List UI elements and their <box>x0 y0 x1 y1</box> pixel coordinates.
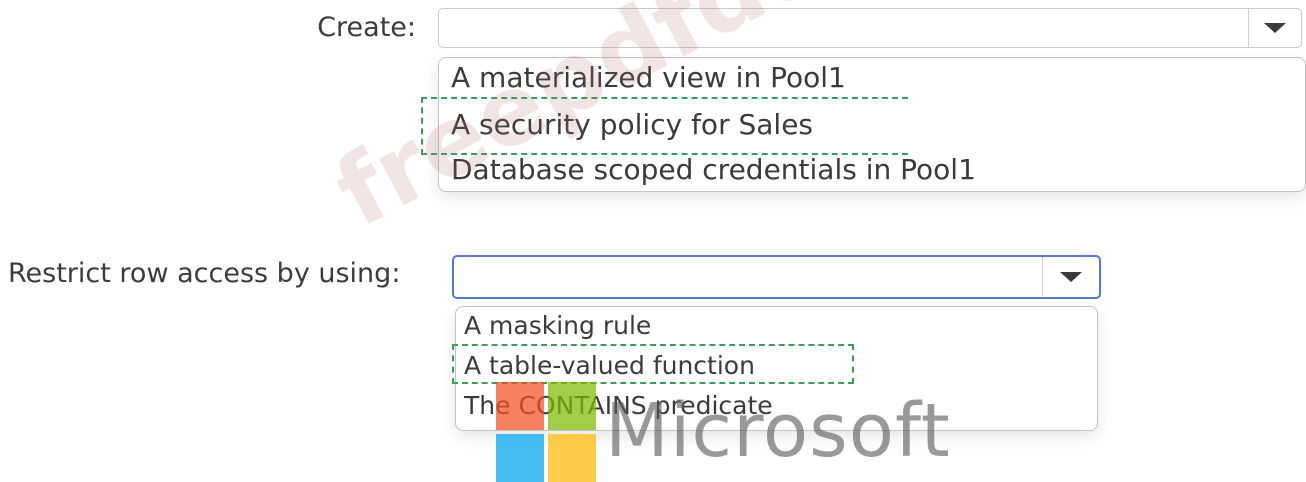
create-select[interactable] <box>438 8 1302 48</box>
restrict-row-access-select[interactable] <box>452 255 1101 299</box>
create-option-database-scoped-credentials[interactable]: Database scoped credentials in Pool1 <box>451 153 976 186</box>
restrict-option-masking-rule[interactable]: A masking rule <box>464 311 651 340</box>
logo-square-yellow <box>548 434 596 482</box>
answer-marker-restrict <box>452 344 854 384</box>
create-dropdown-button[interactable] <box>1248 9 1301 47</box>
restrict-row-access-label: Restrict row access by using: <box>8 258 401 289</box>
create-label: Create: <box>317 12 416 43</box>
restrict-row-access-dropdown-button[interactable] <box>1042 257 1099 297</box>
logo-square-green <box>548 382 596 430</box>
answer-marker-create <box>421 97 908 155</box>
logo-square-blue <box>496 434 544 482</box>
microsoft-logo <box>496 382 596 482</box>
chevron-down-icon <box>1264 23 1286 33</box>
create-option-materialized-view[interactable]: A materialized view in Pool1 <box>451 61 846 94</box>
logo-square-red <box>496 382 544 430</box>
microsoft-logo-text: Microsoft <box>605 388 951 474</box>
chevron-down-icon <box>1060 272 1082 282</box>
